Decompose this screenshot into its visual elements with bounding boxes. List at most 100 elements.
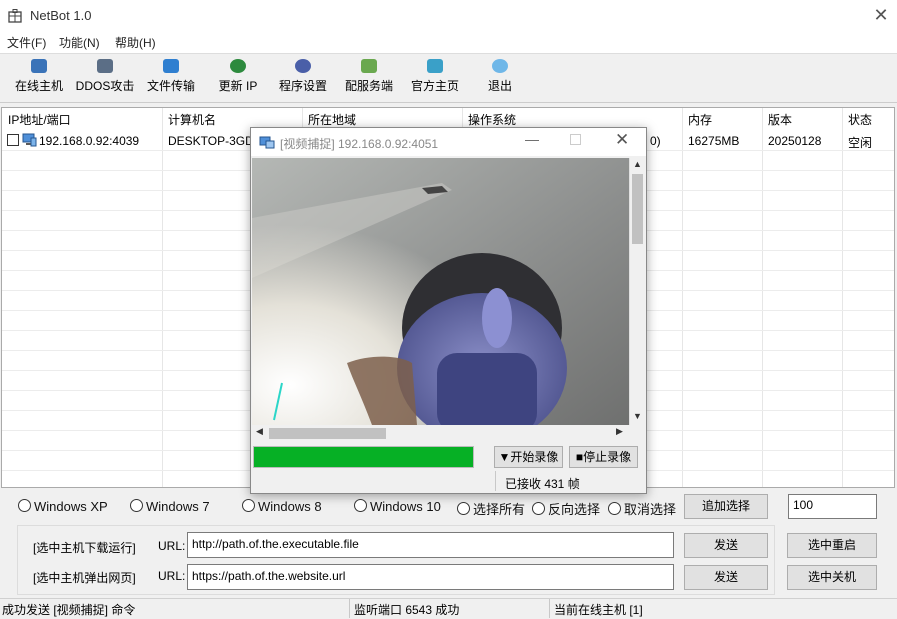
status-divider (349, 599, 350, 618)
video-capture-window[interactable]: [视频捕捉] 192.168.0.92:4051 — ✕ ▲ ▼ ◀ ▶ ▼开始… (250, 127, 647, 494)
home-icon (427, 59, 443, 73)
cell-os: 0) (650, 134, 661, 148)
toolbar-label: 在线主机 (14, 79, 63, 93)
popup-webpage-label: [选中主机弹出网页] (33, 571, 136, 585)
radio-icon (457, 502, 470, 515)
radio-select-all[interactable]: 选择所有 (457, 499, 525, 518)
frames-received: 已接收 431 帧 (505, 477, 580, 491)
download-send-button[interactable]: 发送 (684, 533, 768, 558)
minimize-icon[interactable]: — (525, 131, 539, 147)
radio-windows-7[interactable]: Windows 7 (130, 499, 210, 514)
title-bar: NetBot 1.0 ✕ (0, 0, 897, 31)
transfer-icon (163, 59, 179, 73)
column-header-ip[interactable]: IP地址/端口 (8, 111, 71, 128)
status-listen-port: 监听端口 6543 成功 (354, 603, 460, 617)
column-header-status[interactable]: 状态 (848, 111, 872, 128)
webcam-video-frame (252, 158, 629, 425)
close-icon[interactable]: ✕ (870, 4, 892, 26)
toolbar-label: DDOS攻击 (75, 79, 135, 93)
radio-label: Windows XP (34, 499, 108, 514)
cell-computer: DESKTOP-3GD (168, 134, 254, 148)
column-header-os[interactable]: 操作系统 (468, 111, 516, 128)
config-server-button[interactable]: 配服务端 (341, 56, 397, 100)
radio-label: Windows 10 (370, 499, 441, 514)
stop-recording-button[interactable]: ■停止录像 (569, 446, 638, 468)
exit-button[interactable]: 退出 (480, 56, 520, 100)
restart-selected-button[interactable]: 选中重启 (787, 533, 877, 558)
computer-icon (22, 133, 37, 147)
settings-button[interactable]: 程序设置 (275, 56, 331, 100)
radio-icon (242, 499, 255, 512)
online-hosts-button[interactable]: 在线主机 (8, 56, 70, 100)
download-url-input[interactable]: http://path.of.the.executable.file (187, 532, 674, 558)
homepage-button[interactable]: 官方主页 (407, 56, 463, 100)
toolbar-label: 官方主页 (410, 79, 459, 93)
column-header-region[interactable]: 所在地域 (308, 111, 356, 128)
window-title: NetBot 1.0 (30, 8, 92, 23)
maximize-icon[interactable] (570, 134, 581, 145)
cell-memory: 16275MB (688, 134, 740, 148)
radio-windows-xp[interactable]: Windows XP (18, 499, 108, 514)
status-online-hosts: 当前在线主机 [1] (554, 603, 643, 617)
video-window-title: [视频捕捉] 192.168.0.92:4051 (280, 137, 439, 151)
radio-icon (18, 499, 31, 512)
scroll-thumb[interactable] (269, 428, 386, 439)
menu-file[interactable]: 文件(F) (7, 34, 46, 51)
status-message: 成功发送 [视频捕捉] 命令 (2, 603, 136, 617)
ddos-attack-button[interactable]: DDOS攻击 (73, 56, 137, 100)
scroll-thumb[interactable] (632, 174, 643, 244)
progress-fill (254, 447, 473, 467)
scroll-down-icon[interactable]: ▼ (633, 411, 642, 421)
add-selection-button[interactable]: 追加选择 (684, 494, 768, 519)
menu-function[interactable]: 功能(N) (59, 34, 100, 51)
radio-icon (532, 502, 545, 515)
users-icon (361, 59, 377, 73)
globe-icon (230, 59, 246, 73)
count-input[interactable]: 100 (788, 494, 877, 519)
radio-label: Windows 7 (146, 499, 210, 514)
update-ip-button[interactable]: 更新 IP (214, 56, 262, 100)
radio-invert-selection[interactable]: 反向选择 (532, 499, 600, 518)
popup-send-button[interactable]: 发送 (684, 565, 768, 590)
toolbar-label: 配服务端 (344, 79, 393, 93)
radio-windows-10[interactable]: Windows 10 (354, 499, 441, 514)
close-icon[interactable]: ✕ (615, 130, 629, 150)
column-header-version[interactable]: 版本 (768, 111, 792, 128)
radio-icon (354, 499, 367, 512)
status-divider (549, 599, 550, 618)
app-icon (8, 9, 22, 23)
cell-ip: 192.168.0.92:4039 (39, 134, 140, 148)
popup-url-input[interactable]: https://path.of.the.website.url (187, 564, 674, 590)
horizontal-scrollbar[interactable]: ◀ ▶ (252, 425, 629, 441)
settings-icon (295, 59, 311, 73)
toolbar-label: 更新 IP (218, 79, 258, 93)
download-url-label: URL: (158, 539, 186, 553)
column-header-computer[interactable]: 计算机名 (168, 111, 216, 128)
radio-clear-selection[interactable]: 取消选择 (608, 499, 676, 518)
start-recording-button[interactable]: ▼开始录像 (494, 446, 563, 468)
network-icon (31, 59, 47, 73)
scroll-left-icon[interactable]: ◀ (256, 426, 263, 437)
row-checkbox[interactable] (7, 134, 19, 146)
server-icon (97, 59, 113, 73)
exit-icon (492, 59, 508, 73)
cell-status: 空闲 (848, 136, 873, 150)
transfer-progress-bar (253, 446, 474, 468)
status-bar: 成功发送 [视频捕捉] 命令 监听端口 6543 成功 当前在线主机 [1] (0, 598, 897, 619)
menu-help[interactable]: 帮助(H) (115, 34, 156, 51)
shutdown-selected-button[interactable]: 选中关机 (787, 565, 877, 590)
column-header-memory[interactable]: 内存 (688, 111, 712, 128)
vertical-scrollbar[interactable]: ▲ ▼ (629, 158, 645, 425)
scroll-up-icon[interactable]: ▲ (633, 159, 642, 169)
radio-label: 选择所有 (473, 502, 526, 517)
scroll-right-icon[interactable]: ▶ (616, 426, 623, 437)
toolbar-label: 程序设置 (278, 79, 327, 93)
download-run-label: [选中主机下载运行] (33, 541, 136, 555)
video-title-bar: [视频捕捉] 192.168.0.92:4051 — ✕ (251, 128, 646, 156)
radio-windows-8[interactable]: Windows 8 (242, 499, 322, 514)
radio-icon (130, 499, 143, 512)
file-transfer-button[interactable]: 文件传输 (143, 56, 199, 100)
toolbar-label: 文件传输 (146, 79, 195, 93)
status-divider (495, 471, 496, 491)
radio-label: 取消选择 (624, 502, 677, 517)
